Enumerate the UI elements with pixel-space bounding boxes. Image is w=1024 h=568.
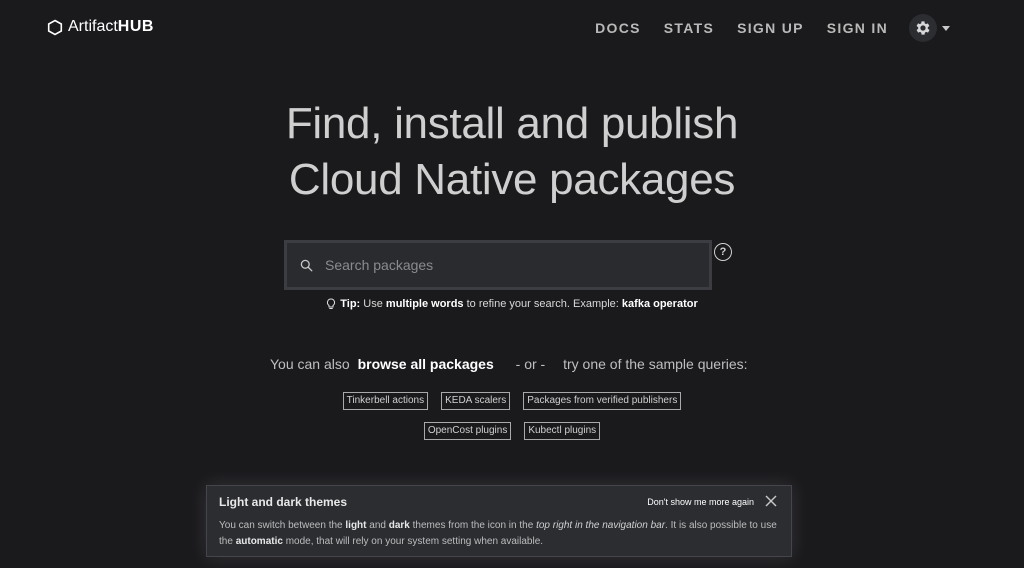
brand-hub: HUB xyxy=(117,18,154,35)
search-box xyxy=(284,240,712,290)
brand-name: Artifact xyxy=(68,18,118,35)
browse-all-packages-link[interactable]: browse all packages xyxy=(358,356,494,372)
hero-line-2: Cloud Native packages xyxy=(288,155,736,204)
toast-text-location: top right in the navigation bar xyxy=(536,520,666,531)
toast-text-dark: dark xyxy=(388,520,410,531)
settings-button[interactable] xyxy=(909,14,937,42)
question-circle-icon[interactable]: ? xyxy=(714,243,732,261)
browse-suffix: try one of the sample queries: xyxy=(563,356,748,372)
toast-text-1: You can switch between the xyxy=(219,520,343,531)
sample-query-verified-publishers[interactable]: Packages from verified publishers xyxy=(523,392,682,410)
search-tip: Tip: Use multiple words to refine your s… xyxy=(0,298,1024,310)
tip-text-3: to refine your search. Example: xyxy=(466,298,619,310)
browse-separator: - or - xyxy=(515,356,546,372)
search-input[interactable] xyxy=(323,256,709,274)
sample-query-opencost[interactable]: OpenCost plugins xyxy=(423,422,512,440)
hero-line-1: Find, install and publish xyxy=(285,99,739,148)
nav-stats-link[interactable]: STATS xyxy=(664,20,714,36)
brand-logo[interactable]: ArtifactHUB xyxy=(47,18,154,36)
toast-text-light: light xyxy=(345,520,367,531)
tip-text-2: multiple words xyxy=(385,298,464,310)
dont-show-again-button[interactable]: Don't show me more again xyxy=(647,497,754,507)
sample-queries-row-1: Tinkerbell actions KEDA scalers Packages… xyxy=(0,392,1024,410)
sample-query-keda[interactable]: KEDA scalers xyxy=(441,392,511,410)
tip-example: kafka operator xyxy=(621,298,698,310)
theme-toast: Light and dark themes Don't show me more… xyxy=(206,485,792,557)
sample-query-tinkerbell[interactable]: Tinkerbell actions xyxy=(342,392,429,410)
tip-text-1: Use xyxy=(363,298,383,310)
page: ArtifactHUB DOCS STATS SIGN UP SIGN IN F… xyxy=(0,0,1024,568)
chevron-down-icon xyxy=(942,25,950,31)
close-icon[interactable] xyxy=(765,495,777,507)
hero-title: Find, install and publish Cloud Native p… xyxy=(0,96,1024,208)
toast-text-5: mode, that will rely on your system sett… xyxy=(285,536,544,547)
toast-body: You can switch between the light and dar… xyxy=(219,518,779,550)
tip-label: Tip: xyxy=(340,298,361,310)
toast-text-2: and xyxy=(369,520,386,531)
lightbulb-icon xyxy=(327,298,336,309)
toast-text-3: themes from the icon in the xyxy=(412,520,534,531)
sample-queries-row-2: OpenCost plugins Kubectl plugins xyxy=(0,422,1024,440)
nav-sign-up-link[interactable]: SIGN UP xyxy=(737,20,804,36)
browse-line: You can also browse all packages - or - … xyxy=(270,356,748,372)
settings-dropdown[interactable] xyxy=(909,14,950,42)
nav-sign-in-link[interactable]: SIGN IN xyxy=(827,20,888,36)
main-nav: DOCS STATS SIGN UP SIGN IN xyxy=(595,20,888,36)
gear-icon xyxy=(916,21,930,35)
search-icon xyxy=(300,259,313,272)
nav-docs-link[interactable]: DOCS xyxy=(595,20,641,36)
browse-prefix: You can also xyxy=(270,356,350,372)
hexagon-icon xyxy=(47,19,63,35)
sample-query-kubectl[interactable]: Kubectl plugins xyxy=(524,422,601,440)
toast-text-automatic: automatic xyxy=(235,536,283,547)
